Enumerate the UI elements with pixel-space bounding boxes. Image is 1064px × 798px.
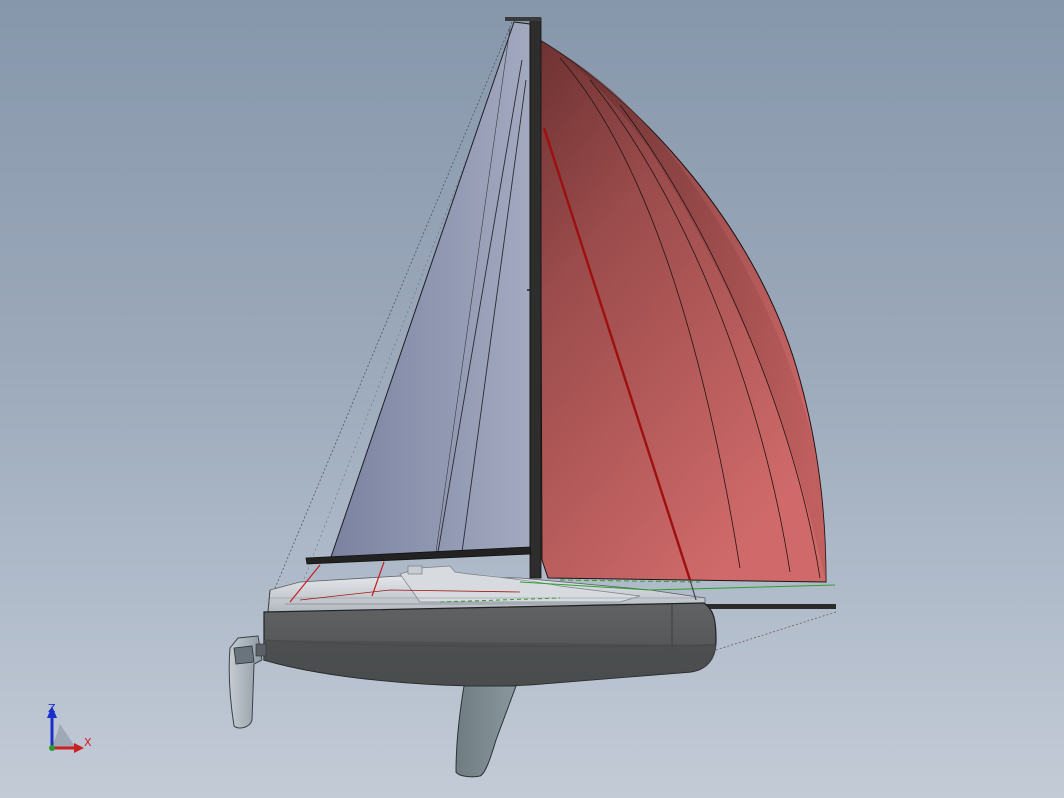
origin-icon <box>49 745 55 751</box>
keel[interactable] <box>455 685 517 778</box>
view-orientation-triad: Z X <box>47 702 92 753</box>
spinnaker-sail[interactable] <box>539 39 827 583</box>
mainsail[interactable] <box>329 21 532 561</box>
sailboat-3d-model[interactable]: Z X <box>0 0 1064 798</box>
x-arrowhead-icon <box>74 743 84 753</box>
rudder[interactable] <box>228 635 267 729</box>
x-axis-label: X <box>84 736 92 749</box>
bowsprit[interactable] <box>700 604 836 609</box>
hull[interactable] <box>263 602 717 687</box>
graphics-viewport[interactable]: Z X <box>0 0 1064 798</box>
z-axis-label: Z <box>48 702 56 715</box>
